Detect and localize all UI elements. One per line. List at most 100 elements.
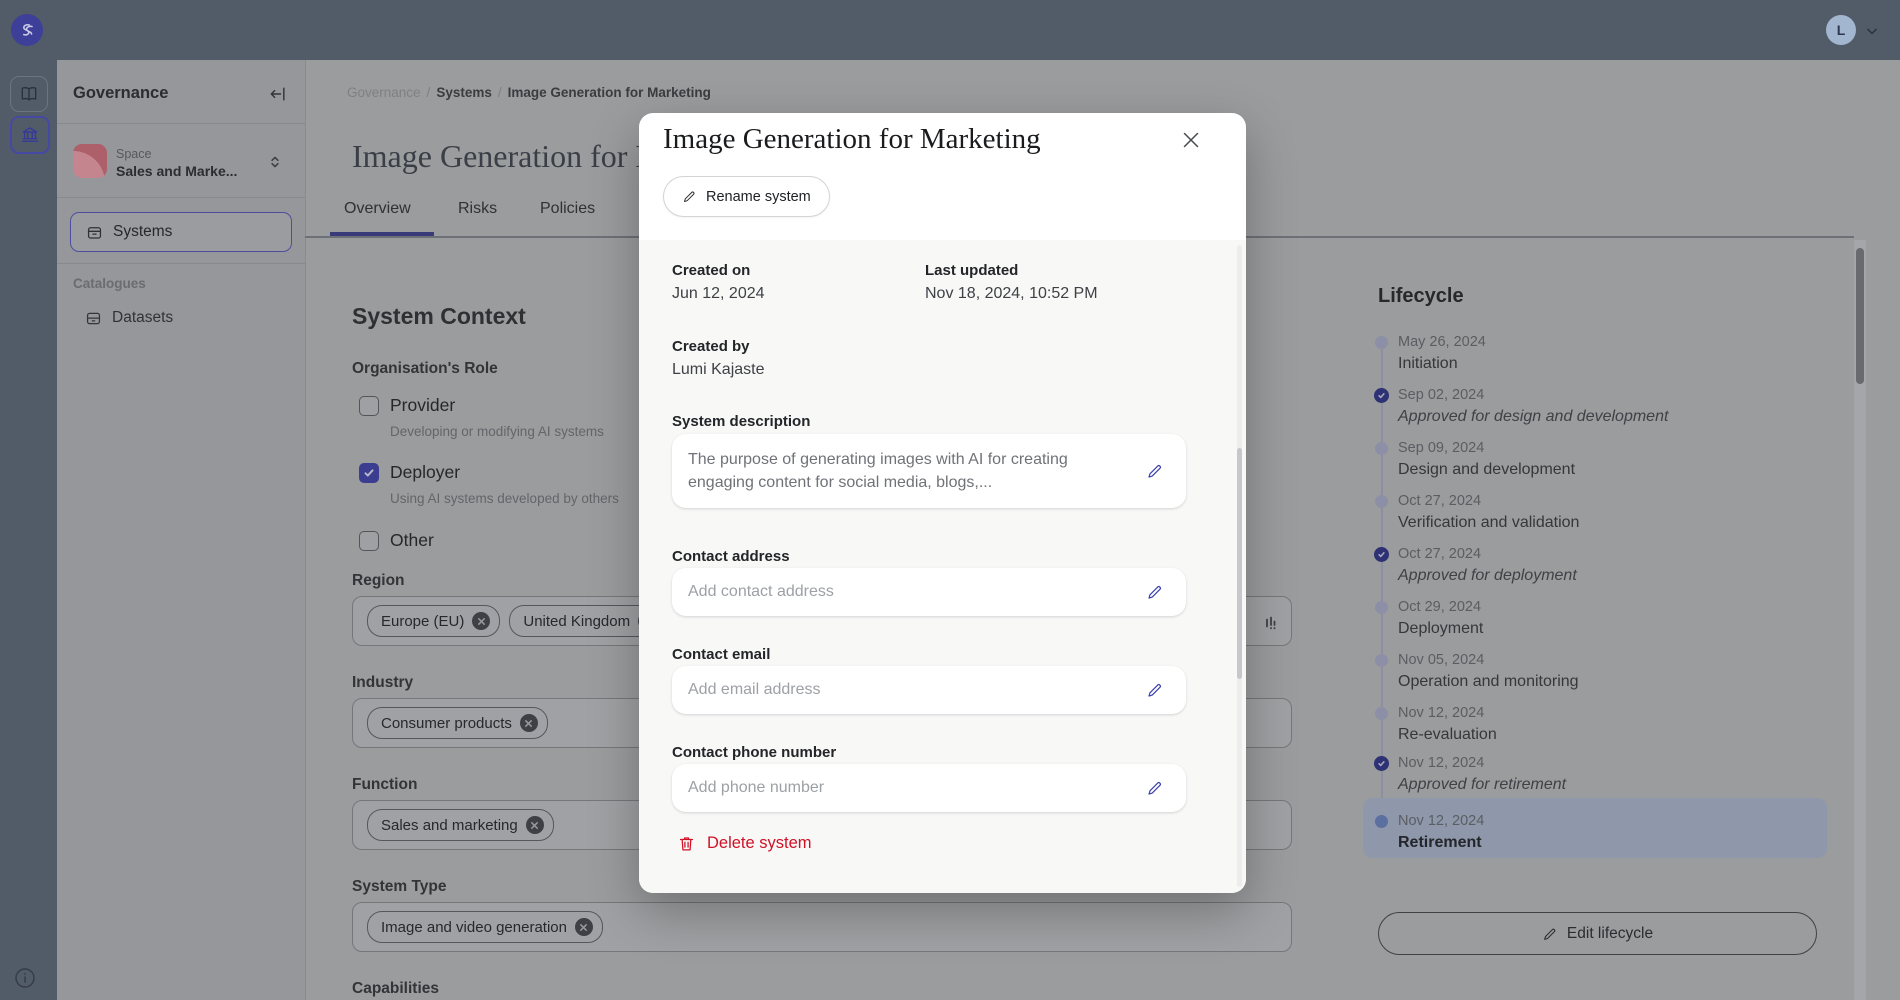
- divider: [57, 197, 305, 198]
- modal-scrollbar-thumb[interactable]: [1237, 448, 1242, 679]
- stage-dot: [1375, 442, 1388, 455]
- description-field[interactable]: The purpose of generating images with AI…: [672, 434, 1186, 508]
- checkbox-other[interactable]: [359, 531, 379, 551]
- contact-address-field[interactable]: Add contact address: [672, 568, 1186, 616]
- rename-system-button[interactable]: Rename system: [663, 176, 830, 217]
- contact-email-field[interactable]: Add email address: [672, 666, 1186, 714]
- page-scrollbar-thumb[interactable]: [1856, 248, 1864, 384]
- stage-dot: [1375, 707, 1388, 720]
- chevron-updown-icon: [265, 152, 285, 172]
- breadcrumb-systems[interactable]: Systems: [436, 85, 492, 100]
- field-label: Region: [352, 572, 405, 590]
- remove-chip-icon[interactable]: [575, 918, 593, 936]
- remove-chip-icon[interactable]: [472, 612, 490, 630]
- created-by-label: Created by: [672, 338, 750, 355]
- edit-pencil-icon[interactable]: [1146, 462, 1164, 480]
- trash-icon: [677, 834, 696, 853]
- field-label: Industry: [352, 674, 413, 692]
- divider: [57, 263, 305, 264]
- capabilities-label: Capabilities: [352, 980, 439, 998]
- divider: [57, 123, 305, 124]
- collapse-sidebar-icon[interactable]: [268, 84, 288, 104]
- chip[interactable]: Consumer products: [367, 707, 548, 739]
- breadcrumb-current: Image Generation for Marketing: [508, 85, 711, 100]
- tab-policies[interactable]: Policies: [540, 200, 595, 218]
- modal-title: Image Generation for Marketing: [663, 123, 1041, 156]
- space-label: Space: [116, 147, 151, 161]
- current-stage-dot: [1375, 815, 1388, 828]
- edit-pencil-icon[interactable]: [1146, 779, 1164, 797]
- section-heading: System Context: [352, 303, 526, 330]
- checkbox-description: Developing or modifying AI systems: [390, 424, 604, 439]
- sidebar-item-datasets[interactable]: Datasets: [70, 300, 292, 336]
- checkbox-description: Using AI systems developed by others: [390, 491, 619, 506]
- chip[interactable]: Sales and marketing: [367, 809, 554, 841]
- info-icon[interactable]: [13, 966, 37, 990]
- delete-system-button[interactable]: Delete system: [677, 834, 812, 853]
- breadcrumb-governance[interactable]: Governance: [347, 85, 421, 100]
- contact-email-label: Contact email: [672, 646, 770, 663]
- field-label: System Type: [352, 878, 446, 896]
- tab-risks[interactable]: Risks: [458, 200, 497, 218]
- created-on-label: Created on: [672, 262, 750, 279]
- avatar[interactable]: L: [1826, 15, 1856, 45]
- created-on-value: Jun 12, 2024: [672, 285, 765, 303]
- modal-body: Created on Jun 12, 2024 Last updated Nov…: [639, 240, 1246, 893]
- system-details-modal: Image Generation for Marketing Rename sy…: [639, 113, 1246, 893]
- sidebar: Governance Space Sales and Marke... Syst…: [57, 60, 306, 1000]
- role-label: Organisation's Role: [352, 360, 498, 378]
- bars-icon: [1258, 611, 1282, 635]
- sidebar-item-label: Systems: [113, 223, 172, 241]
- pencil-icon: [682, 189, 697, 204]
- stage-dot: [1375, 336, 1388, 349]
- checkbox-deployer[interactable]: [359, 463, 379, 483]
- lifecycle-stage: May 26, 2024 Initiation: [1361, 332, 1827, 374]
- contact-address-label: Contact address: [672, 548, 790, 565]
- lifecycle-stage: Nov 12, 2024 Re-evaluation: [1361, 703, 1827, 745]
- checkbox-label[interactable]: Provider: [390, 395, 455, 416]
- field-label: Function: [352, 776, 417, 794]
- chip[interactable]: Image and video generation: [367, 911, 603, 943]
- tab-overview[interactable]: Overview: [344, 200, 411, 218]
- contact-phone-label: Contact phone number: [672, 744, 836, 761]
- remove-chip-icon[interactable]: [520, 714, 538, 732]
- sidebar-item-label: Datasets: [112, 309, 173, 327]
- lifecycle-stage: Oct 27, 2024 Approved for deployment: [1361, 544, 1827, 586]
- app-logo-icon[interactable]: [11, 14, 43, 46]
- edit-lifecycle-button[interactable]: Edit lifecycle: [1378, 912, 1817, 955]
- bank-icon: [20, 125, 40, 145]
- space-name: Sales and Marke...: [116, 163, 237, 179]
- stage-dot: [1375, 654, 1388, 667]
- lifecycle-stage: Sep 02, 2024 Approved for design and dev…: [1361, 385, 1827, 427]
- top-bar: L: [0, 0, 1900, 60]
- checkbox-label[interactable]: Other: [390, 530, 434, 551]
- system-type-input[interactable]: Image and video generation: [352, 902, 1292, 952]
- checkbox-label[interactable]: Deployer: [390, 462, 460, 483]
- lifecycle-stage: Oct 29, 2024 Deployment: [1361, 597, 1827, 639]
- space-logo: [73, 144, 107, 178]
- lifecycle-heading: Lifecycle: [1378, 285, 1464, 308]
- chip[interactable]: Europe (EU): [367, 605, 500, 637]
- edit-pencil-icon[interactable]: [1146, 681, 1164, 699]
- catalogues-section-label: Catalogues: [73, 276, 146, 291]
- lifecycle-stage: Sep 09, 2024 Design and development: [1361, 438, 1827, 480]
- edit-pencil-icon[interactable]: [1146, 583, 1164, 601]
- close-icon[interactable]: [1178, 127, 1204, 153]
- chevron-down-icon[interactable]: [1862, 21, 1882, 41]
- stage-dot: [1375, 601, 1388, 614]
- approved-check-dot: [1374, 388, 1389, 403]
- icon-rail: [0, 60, 57, 1000]
- sidebar-item-systems[interactable]: Systems: [70, 212, 292, 252]
- last-updated-value: Nov 18, 2024, 10:52 PM: [925, 285, 1098, 303]
- last-updated-label: Last updated: [925, 262, 1018, 279]
- governance-building-button[interactable]: [10, 116, 50, 154]
- lifecycle-current-stage: Nov 12, 2024 Retirement: [1363, 798, 1827, 858]
- library-book-button[interactable]: [10, 76, 48, 112]
- checkbox-provider[interactable]: [359, 396, 379, 416]
- contact-phone-field[interactable]: Add phone number: [672, 764, 1186, 812]
- approved-check-dot: [1374, 756, 1389, 771]
- breadcrumb: Governance / Systems / Image Generation …: [347, 85, 711, 100]
- description-label: System description: [672, 413, 810, 430]
- approved-check-dot: [1374, 547, 1389, 562]
- remove-chip-icon[interactable]: [526, 816, 544, 834]
